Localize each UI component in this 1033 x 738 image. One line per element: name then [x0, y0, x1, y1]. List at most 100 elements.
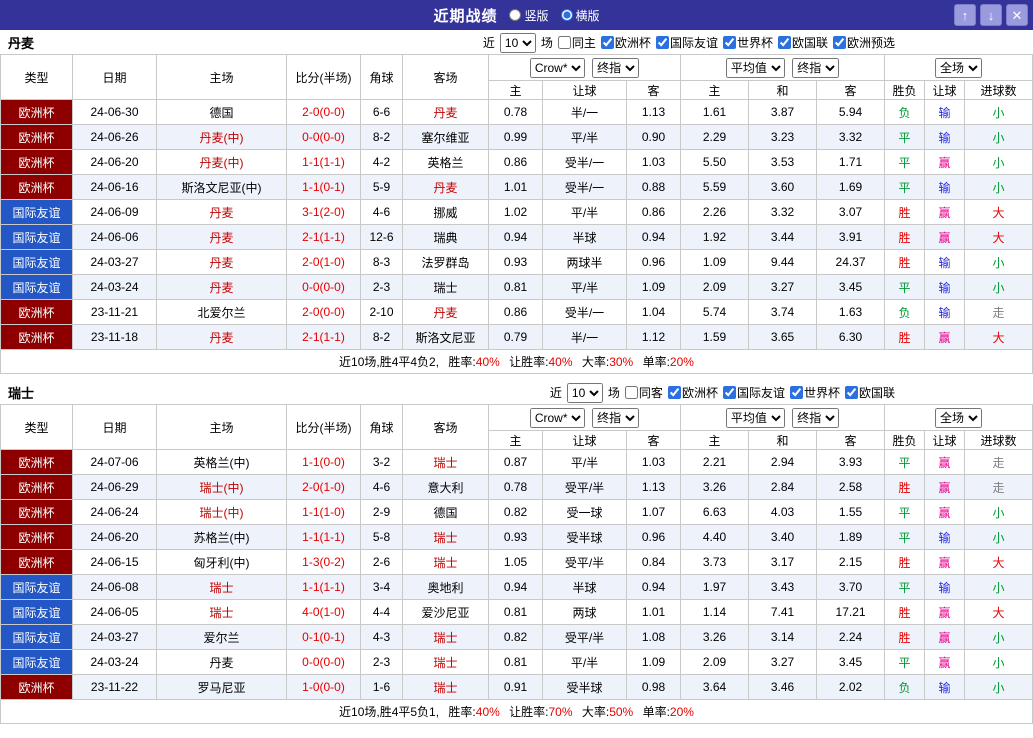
- away-team-cell: 塞尔维亚: [402, 124, 489, 150]
- eurocup-checkbox[interactable]: [600, 36, 614, 49]
- average-select[interactable]: 平均值: [725, 57, 785, 78]
- nationsleague-checkbox[interactable]: [777, 36, 791, 49]
- match-type-cell: 欧洲杯: [0, 524, 73, 550]
- nationsleague-checkbox[interactable]: [844, 386, 858, 399]
- odds-handicap-cell: 受平/半: [542, 549, 627, 575]
- subheader-avg-draw: 和: [748, 430, 818, 450]
- competition-filter-worldcup[interactable]: 世界杯: [722, 34, 773, 51]
- odds-home-cell: 1.05: [488, 549, 543, 575]
- match-row: 国际友谊 24-06-06 丹麦 2-1(1-1) 12-6 瑞典 0.94 半球 0.94 1.…: [0, 224, 1033, 250]
- handicap-outcome-cell: 赢: [924, 499, 966, 525]
- avg-home-cell: 3.64: [680, 674, 750, 700]
- odds-handicap-cell: 平/半: [542, 199, 627, 225]
- friendly-checkbox[interactable]: [722, 386, 736, 399]
- same-away-checkbox[interactable]: [624, 386, 638, 399]
- competition-filter-eurocup[interactable]: 欧洲杯: [667, 384, 718, 401]
- avg-home-cell: 1.09: [680, 249, 750, 275]
- match-date-cell: 24-06-20: [72, 149, 157, 175]
- same-home-checkbox[interactable]: [557, 36, 571, 49]
- match-row: 欧洲杯 24-06-24 瑞士(中) 1-1(1-0) 2-9 德国 0.82 受一球 1.07…: [0, 499, 1033, 525]
- euroqualifier-checkbox[interactable]: [832, 36, 846, 49]
- goals-outcome-cell: 小: [964, 99, 1033, 125]
- match-date-cell: 24-06-24: [72, 499, 157, 525]
- horizontal-layout-radio[interactable]: [560, 9, 573, 21]
- match-row: 欧洲杯 24-06-26 丹麦(中) 0-0(0-0) 8-2 塞尔维亚 0.99 平/半 0.…: [0, 124, 1033, 150]
- subheader-odds-away: 客: [625, 430, 682, 450]
- avg-home-cell: 1.61: [680, 99, 750, 125]
- odds-company-select[interactable]: Crow*: [529, 407, 585, 428]
- same-home-filter[interactable]: 同主: [557, 34, 596, 51]
- competition-filter-nationsleague[interactable]: 欧国联: [777, 34, 828, 51]
- match-type-cell: 欧洲杯: [0, 499, 73, 525]
- match-count-select[interactable]: 10: [566, 382, 603, 403]
- avg-away-cell: 6.30: [816, 324, 886, 350]
- avg-draw-cell: 3.32: [748, 199, 818, 225]
- match-date-cell: 24-06-05: [72, 599, 157, 625]
- odds-handicap-cell: 平/半: [542, 124, 627, 150]
- competition-filter-worldcup[interactable]: 世界杯: [789, 384, 840, 401]
- move-down-button[interactable]: ↓: [980, 4, 1002, 26]
- eurocup-checkbox[interactable]: [667, 386, 681, 399]
- away-team-cell: 德国: [402, 499, 489, 525]
- friendly-checkbox[interactable]: [655, 36, 669, 49]
- handicap-outcome-cell: 赢: [924, 624, 966, 650]
- same-away-filter[interactable]: 同客: [624, 384, 663, 401]
- avg-draw-cell: 3.46: [748, 674, 818, 700]
- period-select[interactable]: 全场: [935, 407, 983, 428]
- average-select[interactable]: 平均值: [725, 407, 785, 428]
- odds-away-cell: 0.96: [625, 249, 682, 275]
- competition-filter-eurocup[interactable]: 欧洲杯: [600, 34, 651, 51]
- away-team-cell: 瑞典: [402, 224, 489, 250]
- vertical-layout-radio[interactable]: [509, 9, 522, 21]
- score-cell: 2-0(0-0): [286, 99, 361, 125]
- match-date-cell: 24-03-27: [72, 249, 157, 275]
- layout-option-horizontal[interactable]: 横版: [560, 7, 600, 24]
- match-type-cell: 欧洲杯: [0, 324, 73, 350]
- team-name: 丹麦: [8, 36, 35, 51]
- move-up-button[interactable]: ↑: [954, 4, 976, 26]
- odds-home-cell: 0.81: [488, 599, 543, 625]
- goals-outcome-cell: 小: [964, 174, 1033, 200]
- subheader-goals: 进球数: [964, 80, 1033, 100]
- competition-filter-friendly[interactable]: 国际友谊: [722, 384, 785, 401]
- average-time-select[interactable]: 终指: [792, 57, 840, 78]
- match-row: 国际友谊 24-03-27 丹麦 2-0(1-0) 8-3 法罗群岛 0.93 两球半 0.96…: [0, 249, 1033, 275]
- avg-draw-cell: 3.23: [748, 124, 818, 150]
- match-date-cell: 24-06-16: [72, 174, 157, 200]
- goals-outcome-cell: 小: [964, 249, 1033, 275]
- unit-label: 场: [540, 36, 553, 50]
- odds-company-select[interactable]: Crow*: [529, 57, 585, 78]
- close-button[interactable]: ✕: [1006, 4, 1028, 26]
- odds-away-cell: 0.84: [625, 549, 682, 575]
- odds-away-cell: 0.96: [625, 524, 682, 550]
- odds-away-cell: 0.98: [625, 674, 682, 700]
- avg-home-cell: 1.14: [680, 599, 750, 625]
- match-type-cell: 国际友谊: [0, 624, 73, 650]
- worldcup-checkbox[interactable]: [789, 386, 803, 399]
- match-count-select[interactable]: 10: [499, 32, 536, 53]
- worldcup-checkbox[interactable]: [722, 36, 736, 49]
- odds-time-select[interactable]: 终指: [592, 57, 640, 78]
- period-select[interactable]: 全场: [935, 57, 983, 78]
- avg-away-cell: 1.89: [816, 524, 886, 550]
- home-team-cell: 罗马尼亚: [156, 674, 287, 700]
- odds-time-select[interactable]: 终指: [592, 407, 640, 428]
- col-header-home: 主场: [156, 404, 287, 450]
- layout-option-vertical[interactable]: 竖版: [509, 7, 549, 24]
- match-date-cell: 23-11-18: [72, 324, 157, 350]
- subheader-result: 胜负: [884, 430, 926, 450]
- avg-draw-cell: 2.84: [748, 474, 818, 500]
- horizontal-layout-label: 横版: [575, 8, 600, 23]
- result-outcome-cell: 胜: [884, 324, 926, 350]
- subheader-avg-home: 主: [680, 430, 750, 450]
- competition-filter-friendly[interactable]: 国际友谊: [655, 34, 718, 51]
- score-cell: 1-0(0-0): [286, 674, 361, 700]
- avg-away-cell: 1.63: [816, 299, 886, 325]
- competition-filter-nationsleague[interactable]: 欧国联: [844, 384, 895, 401]
- result-outcome-cell: 胜: [884, 199, 926, 225]
- competition-filter-euroqualifier[interactable]: 欧洲预选: [832, 34, 895, 51]
- result-outcome-cell: 胜: [884, 224, 926, 250]
- average-time-select[interactable]: 终指: [792, 407, 840, 428]
- avg-away-cell: 1.71: [816, 149, 886, 175]
- score-cell: 0-0(0-0): [286, 274, 361, 300]
